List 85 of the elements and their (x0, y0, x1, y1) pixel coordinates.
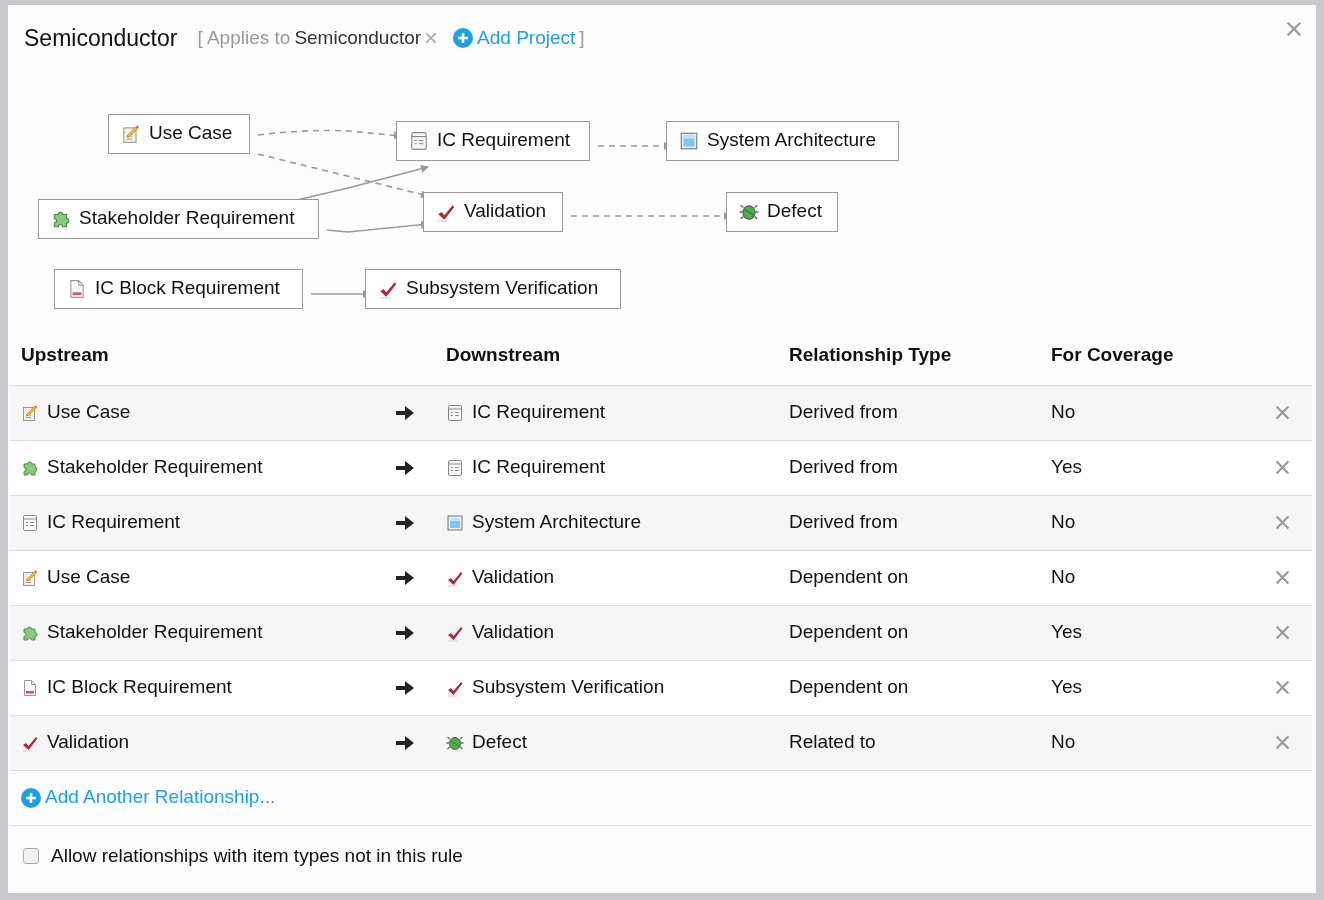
delete-icon[interactable] (1274, 625, 1290, 640)
upstream-cell-text: IC Requirement (47, 510, 181, 535)
relationship-type-cell-text: Dependent on (789, 565, 910, 590)
notepad-pencil-icon (121, 123, 141, 144)
node-label: Defect (767, 199, 822, 224)
node-label: Validation (464, 199, 547, 224)
column-header: Upstream (20, 342, 110, 367)
diagram-node[interactable]: Stakeholder Requirement (38, 198, 319, 239)
upstream-cell-text: Validation (47, 730, 130, 755)
plus-circle-icon (21, 787, 41, 808)
diagram-node[interactable]: Defect (726, 191, 838, 232)
diagram-node[interactable]: IC Requirement (396, 120, 590, 161)
diagram-node[interactable]: Use Case (108, 113, 250, 154)
downstream-cell-text: Validation (472, 565, 555, 590)
coverage-cell-text: No (1051, 565, 1077, 590)
right-arrow-icon (396, 625, 414, 640)
upstream-cell-text: Use Case (47, 565, 131, 590)
right-arrow-icon (396, 460, 414, 475)
diagram-node[interactable]: Validation (423, 191, 563, 232)
delete-icon[interactable] (1274, 515, 1290, 530)
form-window-icon (446, 458, 464, 477)
coverage-cell-text: Yes (1051, 620, 1083, 645)
document-icon (21, 678, 39, 697)
downstream-cell-text: Defect (472, 730, 527, 755)
puzzle-piece-icon (21, 458, 39, 477)
downstream-cell-text: IC Requirement (472, 400, 606, 425)
delete-icon[interactable] (1274, 680, 1290, 695)
column-header: Downstream (446, 342, 562, 367)
checkbox[interactable] (23, 847, 39, 864)
upstream-cell-text: Stakeholder Requirement (47, 620, 263, 645)
window-icon (679, 130, 699, 151)
node-label: Subsystem Verification (406, 276, 599, 301)
relationship-type-cell-text: Derived from (789, 510, 899, 535)
node-label: Stakeholder Requirement (79, 206, 295, 231)
remove-icon[interactable] (425, 32, 438, 45)
relationship-type-cell-text: Dependent on (789, 675, 910, 700)
right-arrow-icon (396, 680, 414, 695)
relationship-type-cell-text: Derived from (789, 400, 899, 425)
diagram-node[interactable]: System Architecture (666, 120, 899, 161)
node-label: Use Case (149, 121, 233, 146)
upstream-cell-text: IC Block Requirement (47, 675, 232, 700)
form-window-icon (409, 130, 429, 151)
right-arrow-icon (396, 405, 414, 420)
diagram-node[interactable]: IC Block Requirement (54, 268, 303, 309)
delete-icon[interactable] (1274, 405, 1290, 420)
right-arrow-icon (396, 570, 414, 585)
column-header: For Coverage (1051, 342, 1175, 367)
column-header: Relationship Type (789, 342, 953, 367)
upstream-cell-text: Use Case (47, 400, 131, 425)
coverage-cell-text: Yes (1051, 455, 1083, 480)
project-name: Semiconductor (294, 26, 422, 50)
close-icon[interactable] (1286, 21, 1302, 37)
node-label: IC Requirement (437, 128, 571, 153)
form-window-icon (21, 513, 39, 532)
downstream-cell-text: IC Requirement (472, 455, 606, 480)
right-arrow-icon (396, 515, 414, 530)
coverage-cell-text: Yes (1051, 675, 1083, 700)
delete-icon[interactable] (1274, 735, 1290, 750)
coverage-cell-text: No (1051, 730, 1077, 755)
delete-icon[interactable] (1274, 460, 1290, 475)
coverage-cell-text: No (1051, 510, 1077, 535)
puzzle-piece-icon (21, 623, 39, 642)
right-arrow-icon (396, 735, 414, 750)
diagram-node[interactable]: Subsystem Verification (365, 268, 621, 309)
window-icon (446, 513, 464, 532)
relationship-type-cell-text: Derived from (789, 455, 899, 480)
plus-circle-icon (453, 28, 474, 49)
delete-icon[interactable] (1274, 570, 1290, 585)
upstream-cell-text: Stakeholder Requirement (47, 455, 263, 480)
form-window-icon (446, 403, 464, 422)
relationship-type-cell-text: Dependent on (789, 620, 910, 645)
downstream-cell-text: Subsystem Verification (472, 675, 665, 700)
node-label: System Architecture (707, 128, 876, 153)
notepad-pencil-icon (21, 403, 39, 422)
notepad-pencil-icon (21, 568, 39, 587)
document-icon (67, 278, 87, 299)
coverage-cell-text: No (1051, 400, 1077, 425)
applies-label: [ Applies to (197, 26, 291, 50)
relationship-type-cell-text: Related to (789, 730, 877, 755)
node-label: IC Block Requirement (95, 276, 280, 301)
closing-bracket: ] (579, 26, 585, 50)
dialog-title: Semiconductor (24, 24, 178, 53)
downstream-cell-text: Validation (472, 620, 555, 645)
checkbox-label: Allow relationships with item types not in this rule (51, 843, 463, 868)
downstream-cell-text: System Architecture (472, 510, 641, 535)
